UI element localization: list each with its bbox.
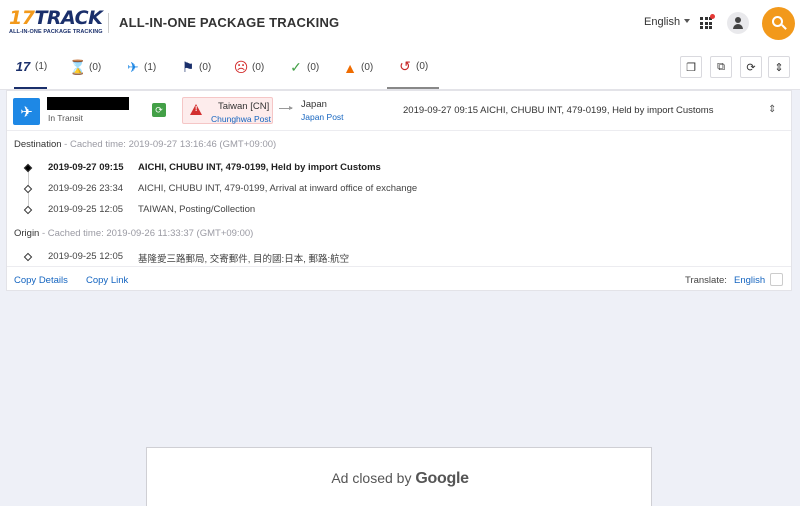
event-description: TAIWAN, Posting/Collection [138,204,256,215]
destination-carrier[interactable]: Japan Post [301,112,344,122]
tab-count: (0) [361,62,374,73]
destination-cached-time: - Cached time: 2019-09-27 13:16:46 (GMT+… [61,139,277,150]
translate-label: Translate: [685,275,727,286]
chevron-down-icon [684,19,691,23]
copy-link-link[interactable]: Copy Link [86,275,128,286]
tab-count: (1) [144,62,157,73]
tracking-number-redacted [47,97,129,110]
translate-language[interactable]: English [734,275,765,286]
warning-icon: ▲ [343,59,357,76]
arrow-right-icon [279,106,293,110]
tab-count: (0) [89,62,102,73]
logo-word: TRACK [34,7,103,29]
event-time: 2019-09-26 23:34 [48,183,124,194]
timeline-dot [23,252,33,262]
17-icon: 17 [15,59,31,74]
apps-grid-icon[interactable] [700,17,712,29]
tab-count: (0) [252,62,265,73]
collapse-all-button[interactable]: ⇕ [768,56,790,78]
shipment-summary[interactable]: ✈ In Transit ⟳ ! Taiwan [CN] Chunghwa Po… [7,91,791,131]
event-description: AICHI, CHUBU INT, 479-0199, Held by impo… [138,162,381,173]
logo-tagline: ALL-IN-ONE PACKAGE TRACKING [9,29,103,35]
origin-header: Origin - Cached time: 2019-09-26 11:33:3… [14,228,253,239]
copy-all-button[interactable]: ⧉ [710,56,732,78]
event-description: AICHI, CHUBU INT, 479-0199, Arrival at i… [138,183,418,194]
collapse-toggle-icon[interactable]: ⇕ [768,104,776,115]
check-icon: ✓ [290,59,302,75]
status-tabs: 17 (1) ⌛ (0) ✈ (1) ⚑ (0) ☹ (0) ✓ (0) ▲ (… [0,46,800,90]
origin-cached-time: - Cached time: 2019-09-26 11:33:37 (GMT+… [39,228,254,239]
airplane-icon: ✈ [127,59,139,75]
tab-in-transit[interactable]: ✈ (1) [125,46,156,89]
ad-closed-message: Ad closed by Google [147,470,653,488]
event-time: 2019-09-25 12:05 [48,204,124,215]
tab-pick-up[interactable]: ⚑ (0) [180,46,212,89]
origin-label: Origin [14,228,40,239]
destination-header: Destination - Cached time: 2019-09-27 13… [14,139,276,150]
top-header: 17TRACK ALL-IN-ONE PACKAGE TRACKING ALL-… [0,0,800,46]
status-badge: In Transit [48,113,83,123]
language-label: English [644,16,681,28]
timeline-event: 2019-09-25 12:05 基隆愛三路郵局, 交寄郵件, 目的國:日本, … [7,251,787,265]
warning-icon: ! [190,104,202,115]
tab-expired[interactable]: ↺ (0) [387,46,439,89]
ad-text: Ad closed by [331,470,412,486]
page-title: ALL-IN-ONE PACKAGE TRACKING [119,15,340,30]
card-footer: Copy Details Copy Link Translate: Englis… [7,266,791,291]
copy-details-link[interactable]: Copy Details [14,275,68,286]
timeline-dot [23,163,33,173]
event-description: 基隆愛三路郵局, 交寄郵件, 目的國:日本, 郵路:航空 [138,254,350,265]
translate-checkbox[interactable] [770,273,783,286]
refresh-button[interactable]: ⟳ [740,56,762,78]
17track-logo[interactable]: 17TRACK ALL-IN-ONE PACKAGE TRACKING [9,7,103,37]
copy-icon: ❐ [686,61,696,74]
refresh-icon: ⟳ [746,61,756,74]
timeline-event: 2019-09-27 09:15 AICHI, CHUBU INT, 479-0… [7,162,787,176]
origin-carrier[interactable]: Chunghwa Post [211,114,271,124]
tab-count: (0) [416,61,429,72]
google-logo: Google [415,470,469,487]
tab-alert[interactable]: ▲ (0) [342,46,373,89]
tab-count: (0) [307,62,320,73]
ad-container: Ad closed by Google [146,447,652,506]
destination-label: Destination [14,139,62,150]
timeline-dot [23,184,33,194]
hourglass-icon: ⌛ [69,59,87,75]
origin-carrier-box[interactable]: ! Taiwan [CN] Chunghwa Post [182,97,273,124]
destination-country: Japan [301,99,327,110]
search-button[interactable] [762,7,795,40]
timeline-dot [23,205,33,215]
event-time: 2019-09-25 12:05 [48,251,124,262]
shipment-card: ✈ In Transit ⟳ ! Taiwan [CN] Chunghwa Po… [6,90,792,291]
logo-number: 17 [9,7,35,29]
notification-dot [710,14,715,19]
timeline-event: 2019-09-25 12:05 TAIWAN, Posting/Collect… [7,204,787,218]
tab-count: (0) [199,62,212,73]
latest-event: 2019-09-27 09:15 AICHI, CHUBU INT, 479-0… [403,105,714,116]
copy-all-icon: ⧉ [717,60,725,73]
tab-not-found[interactable]: ⌛ (0) [69,46,102,89]
header-divider [108,13,109,33]
user-icon[interactable] [727,12,749,34]
tab-undelivered[interactable]: ☹ (0) [233,46,265,89]
tab-count: (1) [35,61,48,72]
flag-icon: ⚑ [181,59,195,75]
copy-button[interactable]: ❐ [680,56,702,78]
language-selector[interactable]: English [644,16,691,28]
airplane-icon: ✈ [13,98,40,125]
sad-face-icon: ☹ [233,59,249,75]
timeline-event: 2019-09-26 23:34 AICHI, CHUBU INT, 479-0… [7,183,787,197]
origin-country: Taiwan [CN] [218,101,270,112]
history-icon: ↺ [399,58,411,74]
sync-icon[interactable]: ⟳ [152,103,166,117]
tab-all[interactable]: 17 (1) [14,46,48,89]
tab-delivered[interactable]: ✓ (0) [288,46,319,89]
event-time: 2019-09-27 09:15 [48,162,124,173]
collapse-icon: ⇕ [774,61,784,74]
